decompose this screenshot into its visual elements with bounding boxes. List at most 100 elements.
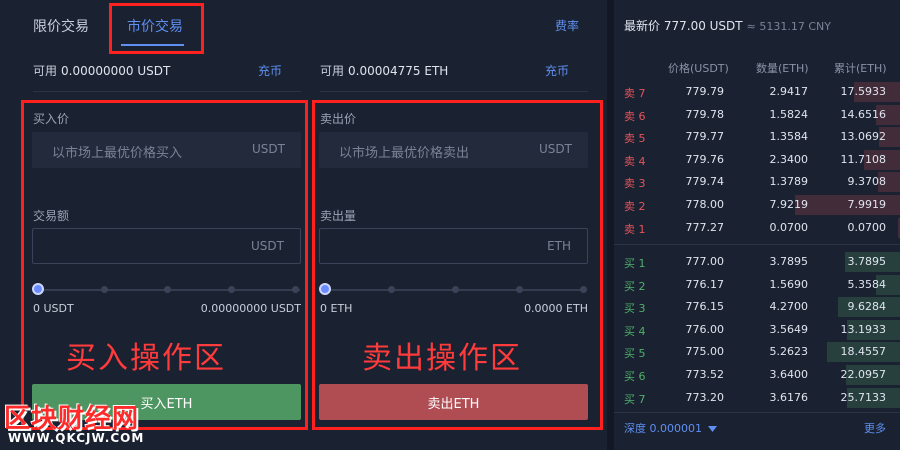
ask-row[interactable]: 卖 5 779.77 1.3584 13.0692 xyxy=(614,126,900,148)
buy-price-label: 买入价 xyxy=(33,112,70,126)
buy-slider-step[interactable] xyxy=(164,286,171,293)
buy-divider xyxy=(33,91,301,92)
buy-price-placeholder: 以市场上最优价格买入 xyxy=(52,146,183,161)
ask-row[interactable]: 卖 6 779.78 1.5824 14.6516 xyxy=(614,104,900,126)
sell-amount-input[interactable]: ETH xyxy=(319,228,588,264)
row-cumulative: 13.0692 xyxy=(840,130,887,144)
row-side-label: 卖 7 xyxy=(624,87,646,100)
row-quantity: 2.3400 xyxy=(769,152,809,166)
depth-select[interactable]: 深度 0.000001 xyxy=(624,420,718,436)
row-price: 779.79 xyxy=(685,85,725,98)
buy-balance-value: 0.00000000 USDT xyxy=(61,64,171,78)
sell-balance: 可用 0.00004775 ETH xyxy=(320,62,448,79)
row-quantity: 1.3789 xyxy=(769,175,809,189)
tab-market-order[interactable]: 市价交易 xyxy=(127,16,183,36)
row-price: 776.00 xyxy=(685,322,725,336)
row-side-label: 买 2 xyxy=(624,279,646,293)
sell-slider-step[interactable] xyxy=(516,286,523,293)
ask-row[interactable]: 卖 7 779.79 2.9417 17.5933 xyxy=(614,81,900,103)
buy-range-max: 0.00000000 USDT xyxy=(200,302,301,315)
buy-price-input[interactable]: 以市场上最优价格买入 USDT xyxy=(32,132,301,168)
buy-amount-input[interactable]: USDT xyxy=(32,228,301,264)
orderbook-more-link[interactable]: 更多 xyxy=(864,420,886,436)
row-price: 777.00 xyxy=(685,255,725,268)
bid-row[interactable]: 买 7 773.20 3.6176 25.7133 xyxy=(614,387,900,409)
row-price: 778.00 xyxy=(685,198,725,211)
sell-recharge-link[interactable]: 充币 xyxy=(545,62,569,79)
row-quantity: 0.0700 xyxy=(769,220,809,234)
bid-row[interactable]: 买 6 773.52 3.6400 22.0957 xyxy=(614,364,900,386)
buy-slider-step[interactable] xyxy=(101,286,108,293)
row-cumulative: 25.7133 xyxy=(840,390,887,404)
sell-balance-label: 可用 xyxy=(320,64,345,78)
row-price: 773.52 xyxy=(685,368,725,381)
tab-limit-order[interactable]: 限价交易 xyxy=(33,16,89,36)
sell-price-placeholder: 以市场上最优价格卖出 xyxy=(339,146,470,161)
row-side-label: 卖 4 xyxy=(624,154,646,168)
bid-row[interactable]: 买 4 776.00 3.5649 13.1933 xyxy=(614,319,900,341)
row-quantity: 1.3584 xyxy=(769,130,809,144)
row-quantity: 3.6176 xyxy=(769,390,809,404)
row-side-label: 卖 2 xyxy=(624,200,646,213)
sell-price-label: 卖出价 xyxy=(320,112,357,126)
row-cumulative: 11.7108 xyxy=(840,152,887,166)
ask-row[interactable]: 卖 4 779.76 2.3400 11.7108 xyxy=(614,149,900,171)
buy-recharge-link[interactable]: 充币 xyxy=(258,62,282,79)
buy-slider-step[interactable] xyxy=(228,286,235,293)
ask-row[interactable]: 卖 2 778.00 7.9219 7.9919 xyxy=(614,194,900,216)
orderbook-separator xyxy=(614,244,900,245)
fee-rate-link[interactable]: 费率 xyxy=(555,17,579,34)
sell-amount-unit: ETH xyxy=(547,239,571,253)
buy-price-unit: USDT xyxy=(252,142,285,156)
latest-price-label: 最新价 xyxy=(624,19,661,33)
col-header-qty: 数量(ETH) xyxy=(756,62,809,75)
row-side-label: 买 5 xyxy=(624,347,646,361)
row-quantity: 3.7895 xyxy=(769,255,809,268)
row-price: 779.77 xyxy=(685,130,725,144)
row-quantity: 2.9417 xyxy=(769,85,809,98)
row-cumulative: 17.5933 xyxy=(840,85,887,98)
sell-zone-annotation: 卖出操作区 xyxy=(362,341,522,376)
sell-price-unit: USDT xyxy=(539,142,572,156)
buy-slider-handle[interactable] xyxy=(32,283,44,295)
ask-row[interactable]: 卖 1 777.27 0.0700 0.0700 xyxy=(614,217,900,239)
watermark-brand: 区块财经网 xyxy=(4,404,140,434)
watermark-url: WWW.QKCJW.COM xyxy=(8,431,145,445)
row-cumulative: 3.7895 xyxy=(847,255,887,268)
sell-price-input[interactable]: 以市场上最优价格卖出 USDT xyxy=(319,132,588,168)
bid-row[interactable]: 买 3 776.15 4.2700 9.6284 xyxy=(614,296,900,318)
sell-divider xyxy=(320,91,588,92)
sell-slider-step[interactable] xyxy=(580,286,587,293)
caret-down-icon xyxy=(708,426,718,432)
row-cumulative: 9.3708 xyxy=(847,175,887,189)
row-price: 775.00 xyxy=(685,345,725,359)
col-header-price: 价格(USDT) xyxy=(668,62,729,75)
row-price: 776.17 xyxy=(685,277,725,291)
bid-row[interactable]: 买 5 775.00 5.2623 18.4557 xyxy=(614,341,900,363)
orderbook-footer-divider xyxy=(614,412,900,413)
sell-balance-value: 0.00004775 ETH xyxy=(348,64,449,78)
row-side-label: 买 7 xyxy=(624,392,646,406)
row-side-label: 买 4 xyxy=(624,324,646,338)
row-quantity: 1.5824 xyxy=(769,107,809,121)
row-cumulative: 0.0700 xyxy=(847,220,887,234)
row-side-label: 卖 5 xyxy=(624,132,646,146)
row-price: 773.20 xyxy=(685,390,725,404)
row-side-label: 卖 6 xyxy=(624,109,646,123)
buy-zone-annotation: 买入操作区 xyxy=(66,341,226,376)
row-side-label: 买 1 xyxy=(624,257,646,270)
sell-slider-handle[interactable] xyxy=(319,283,331,295)
buy-range-min: 0 USDT xyxy=(33,302,74,315)
bid-row[interactable]: 买 1 777.00 3.7895 3.7895 xyxy=(614,251,900,273)
sell-eth-button[interactable]: 卖出ETH xyxy=(319,384,588,420)
row-cumulative: 14.6516 xyxy=(840,107,887,121)
sell-slider-step[interactable] xyxy=(388,286,395,293)
ask-row[interactable]: 卖 3 779.74 1.3789 9.3708 xyxy=(614,171,900,193)
latest-price-cny: ≈ 5131.17 CNY xyxy=(746,20,831,33)
row-cumulative: 18.4557 xyxy=(840,345,887,359)
bid-row[interactable]: 买 2 776.17 1.5690 5.3584 xyxy=(614,274,900,296)
buy-slider-step[interactable] xyxy=(292,286,299,293)
row-side-label: 买 3 xyxy=(624,302,646,316)
latest-price-value: 777.00 USDT xyxy=(663,19,743,33)
sell-slider-step[interactable] xyxy=(452,286,459,293)
